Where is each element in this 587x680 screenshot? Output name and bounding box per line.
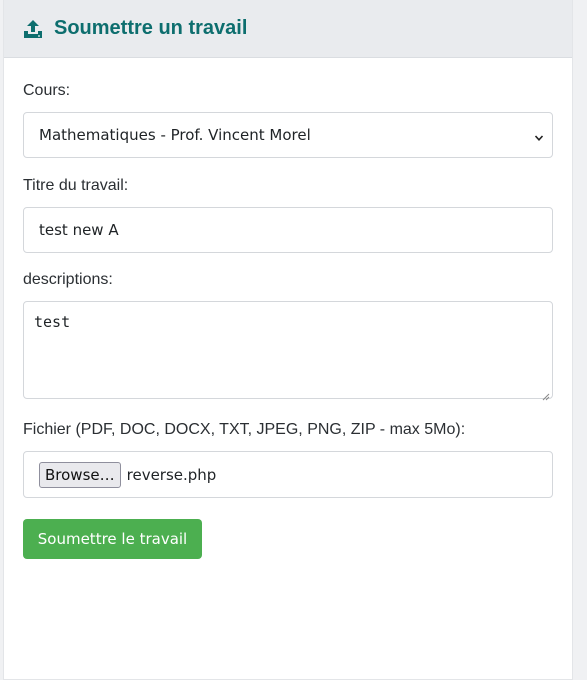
- card-header: Soumettre un travail: [4, 0, 572, 58]
- file-name: reverse.php: [126, 465, 217, 484]
- course-select-value: Mathematiques - Prof. Vincent Morel: [39, 126, 311, 144]
- chevron-down-icon: [534, 129, 544, 141]
- title-input-value: test new A: [39, 221, 119, 239]
- title-input[interactable]: test new A: [23, 207, 553, 253]
- course-select[interactable]: Mathematiques - Prof. Vincent Morel: [23, 112, 553, 158]
- description-textarea-value: test: [34, 313, 71, 331]
- file-input[interactable]: Browse… reverse.php: [23, 451, 553, 498]
- page-title: Soumettre un travail: [54, 17, 248, 39]
- file-label: Fichier (PDF, DOC, DOCX, TXT, JPEG, PNG,…: [23, 421, 466, 438]
- upload-icon: [22, 18, 44, 40]
- course-label: Cours:: [23, 82, 71, 99]
- submit-button[interactable]: Soumettre le travail: [23, 519, 202, 559]
- browse-button[interactable]: Browse…: [39, 461, 121, 488]
- title-label: Titre du travail:: [23, 177, 129, 194]
- description-label: descriptions:: [23, 271, 113, 288]
- description-textarea[interactable]: test: [23, 301, 553, 401]
- submission-card: Soumettre un travail Cours: Mathematique…: [3, 0, 573, 680]
- resize-grip-icon[interactable]: [541, 387, 550, 401]
